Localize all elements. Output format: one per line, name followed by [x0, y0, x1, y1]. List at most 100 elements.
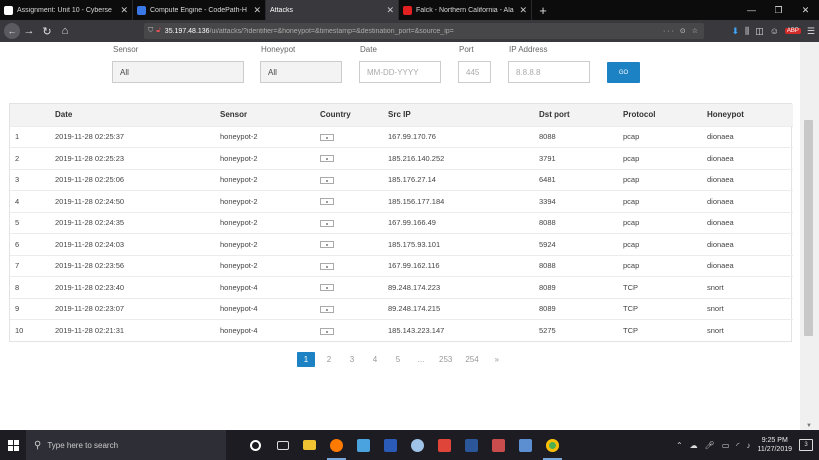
tab-close-icon[interactable]: ✕	[120, 5, 128, 16]
country-flag-icon	[320, 305, 334, 313]
date-input[interactable]: MM-DD-YYYY	[359, 61, 441, 83]
page-link[interactable]: »	[488, 352, 506, 367]
remote-desktop-icon[interactable]	[512, 430, 539, 460]
file-explorer-icon[interactable]	[296, 430, 323, 460]
minimize-button[interactable]: —	[738, 0, 765, 20]
snipping-tool-icon[interactable]	[485, 430, 512, 460]
page-link[interactable]: 253	[435, 352, 456, 367]
maximize-button[interactable]: ❐	[765, 0, 792, 20]
table-row[interactable]: 2 2019-11-28 02:25:23 honeypot-2 185.216.14…	[10, 147, 793, 170]
protocol-cell: TCP	[623, 282, 638, 292]
scrollbar-thumb[interactable]	[804, 120, 813, 336]
src-ip-cell: 89.248.174.223	[388, 282, 441, 292]
system-clock[interactable]: 9:25 PM 11/27/2019	[757, 436, 792, 454]
menu-icon[interactable]: ☰	[807, 26, 815, 37]
tab-close-icon[interactable]: ✕	[386, 5, 394, 16]
word-icon[interactable]	[458, 430, 485, 460]
dst-port-cell: 8089	[539, 282, 556, 292]
browser-tab[interactable]: Compute Engine - CodePath-H ✕	[133, 0, 266, 20]
account-icon[interactable]: ☺	[770, 26, 779, 36]
country-cell	[315, 169, 383, 191]
country-cell	[315, 191, 383, 213]
address-bar[interactable]: ⛉ 🔓︎ 35.197.48.136 /ui/attacks/?identifi…	[144, 23, 704, 39]
table-row[interactable]: 8 2019-11-28 02:23:40 honeypot-4 89.248.174…	[10, 276, 793, 299]
browser-tab[interactable]: Falck - Northern California - Ala ✕	[399, 0, 532, 20]
page-scrollbar[interactable]: ▼	[800, 42, 819, 430]
table-row[interactable]: 6 2019-11-28 02:24:03 honeypot-2 185.175.93…	[10, 233, 793, 256]
row-number: 9	[15, 304, 20, 314]
sensor-label: Sensor	[113, 45, 139, 54]
table-row[interactable]: 9 2019-11-28 02:23:07 honeypot-4 89.248.174…	[10, 298, 793, 320]
browser-tab[interactable]: Attacks ✕	[266, 0, 399, 20]
table-row[interactable]: 4 2019-11-28 02:24:50 honeypot-2 185.156.17…	[10, 190, 793, 213]
country-flag-icon	[320, 241, 334, 249]
table-row[interactable]: 7 2019-11-28 02:23:56 honeypot-2 167.99.162…	[10, 255, 793, 277]
go-button[interactable]: GO	[607, 62, 640, 83]
tab-close-icon[interactable]: ✕	[519, 5, 527, 16]
page-link[interactable]: ...	[412, 352, 430, 367]
sidebar-icon[interactable]: ◫	[755, 26, 764, 37]
cloud-icon[interactable]: ☁	[690, 441, 698, 450]
date-cell: 2019-11-28 02:25:37	[55, 132, 125, 142]
media-app-icon[interactable]	[431, 430, 458, 460]
honeypot-select[interactable]: All	[260, 61, 342, 83]
volume-icon[interactable]: ♪	[746, 441, 750, 450]
page-content: Sensor All Honeypot All Date MM-DD-YYYY …	[0, 42, 800, 430]
table-row[interactable]: 3 2019-11-28 02:25:06 honeypot-2 185.176.27…	[10, 169, 793, 191]
task-view-icon[interactable]	[269, 430, 296, 460]
table-row[interactable]: 1 2019-11-28 02:25:37 honeypot-2 167.99.170…	[10, 126, 793, 148]
scroll-down-arrow-icon[interactable]: ▼	[806, 423, 812, 429]
cortana-icon[interactable]	[242, 430, 269, 460]
new-tab-button[interactable]: +	[532, 0, 554, 20]
dst-port-cell: 5924	[539, 239, 556, 249]
column-header: Dst port	[539, 110, 570, 120]
page-link[interactable]: 254	[461, 352, 482, 367]
network-app-icon[interactable]	[404, 430, 431, 460]
row-number: 2	[15, 153, 20, 163]
taskbar-search[interactable]: ⚲ Type here to search	[26, 430, 226, 460]
tab-close-icon[interactable]: ✕	[253, 5, 261, 16]
sensor-cell: honeypot-4	[220, 282, 258, 292]
close-window-button[interactable]: ✕	[792, 0, 819, 20]
microphone-icon[interactable]: 🎤︎	[705, 441, 715, 450]
row-number: 10	[15, 326, 24, 335]
ip-input[interactable]: 8.8.8.8	[508, 61, 590, 83]
page-link[interactable]: 3	[343, 352, 361, 367]
adblock-icon[interactable]: ABP	[784, 28, 801, 34]
port-input[interactable]: 445	[458, 61, 491, 83]
chevron-up-icon[interactable]: ⌃	[676, 441, 683, 450]
page-link[interactable]: 4	[366, 352, 384, 367]
sensor-cell: honeypot-2	[220, 261, 258, 271]
home-button[interactable]: ⌂	[56, 22, 74, 40]
url-actions[interactable]: ··· ⊙ ☆	[663, 27, 700, 35]
src-ip-cell: 185.176.27.14	[388, 175, 436, 185]
forward-button[interactable]: →	[20, 22, 38, 40]
arrow-left-icon: ←	[7, 26, 17, 36]
page-link[interactable]: 2	[320, 352, 338, 367]
country-flag-icon	[320, 155, 334, 163]
date-cell: 2019-11-28 02:25:06	[55, 175, 125, 185]
powershell-icon[interactable]	[377, 430, 404, 460]
wifi-icon[interactable]: ◜	[736, 441, 739, 450]
sensor-cell: honeypot-2	[220, 175, 258, 185]
chrome-icon[interactable]	[539, 430, 566, 460]
sensor-select[interactable]: All	[112, 61, 244, 83]
firefox-icon[interactable]	[323, 430, 350, 460]
battery-icon[interactable]: ▭	[722, 441, 730, 450]
library-icon[interactable]: ⫼	[745, 26, 749, 37]
tab-title: Compute Engine - CodePath-H	[150, 6, 247, 14]
page-link[interactable]: 1	[297, 352, 315, 367]
dst-port-cell: 3394	[539, 196, 556, 206]
back-button[interactable]: ←	[4, 23, 20, 39]
table-row[interactable]: 10 2019-11-28 02:21:31 honeypot-4 185.143.2…	[10, 319, 793, 342]
ip-label: IP Address	[509, 45, 548, 54]
notepad-icon[interactable]	[350, 430, 377, 460]
reload-button[interactable]: ↻	[38, 22, 56, 40]
column-header: Protocol	[623, 110, 656, 120]
notification-center-icon[interactable]: 3	[799, 439, 813, 451]
download-icon[interactable]: ⬇	[732, 26, 740, 37]
page-link[interactable]: 5	[389, 352, 407, 367]
table-row[interactable]: 5 2019-11-28 02:24:35 honeypot-2 167.99.166…	[10, 212, 793, 234]
start-button[interactable]	[0, 430, 26, 460]
browser-tab[interactable]: Assignment: Unit 10 - Cyberse ✕	[0, 0, 133, 20]
